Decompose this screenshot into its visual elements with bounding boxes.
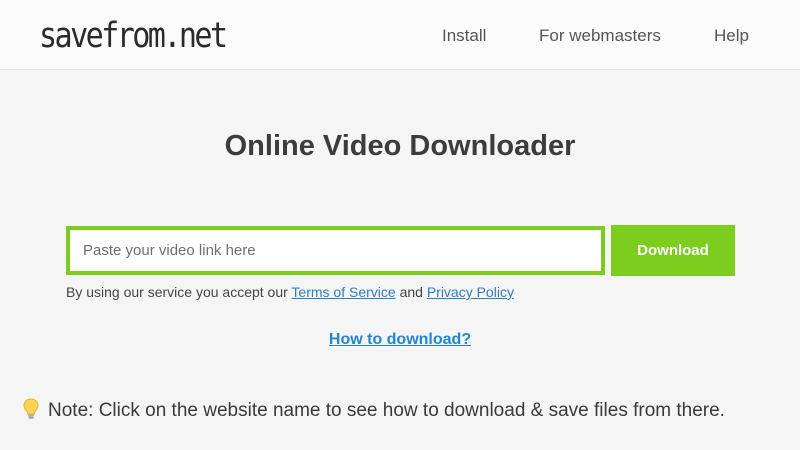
site-logo[interactable]: savefrom.net — [39, 14, 228, 58]
lightbulb-icon — [23, 398, 39, 419]
video-url-input[interactable] — [70, 230, 601, 271]
privacy-policy-link[interactable]: Privacy Policy — [427, 284, 514, 300]
how-to-download-link[interactable]: How to download? — [329, 331, 471, 348]
note-text: Note: Click on the website name to see h… — [48, 400, 725, 421]
page-title: Online Video Downloader — [224, 130, 576, 162]
download-button[interactable]: Download — [611, 225, 735, 276]
top-navigation-bar: savefrom.net Install For webmasters Help — [0, 0, 800, 70]
nav-help-link[interactable]: Help — [714, 25, 749, 47]
how-to-download-section: How to download? — [0, 330, 800, 350]
terms-prefix-text: By using our service you accept our — [66, 284, 288, 300]
terms-notice: By using our service you accept our Term… — [66, 283, 514, 301]
url-input-frame — [66, 226, 605, 275]
nav-for-webmasters-link[interactable]: For webmasters — [539, 25, 661, 47]
terms-joiner-text: and — [399, 284, 423, 300]
note-message: Note: Click on the website name to see h… — [22, 398, 725, 423]
terms-of-service-link[interactable]: Terms of Service — [291, 284, 395, 300]
nav-install-link[interactable]: Install — [442, 25, 486, 47]
